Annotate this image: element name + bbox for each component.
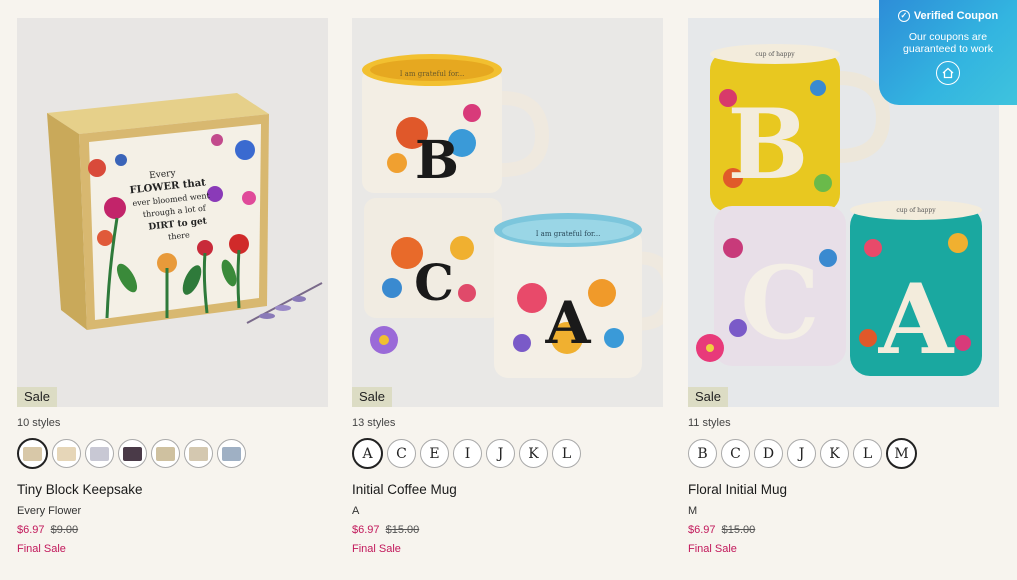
- style-swatch[interactable]: [217, 439, 246, 468]
- style-swatch[interactable]: [118, 439, 147, 468]
- product-price: $6.97 $15.00: [688, 523, 999, 537]
- verified-coupon-widget[interactable]: ✓ Verified Coupon Our coupons are guaran…: [879, 0, 1017, 105]
- swatch-thumbnail: [57, 446, 76, 461]
- mug-letter: B: [415, 130, 459, 191]
- sale-badge: Sale: [688, 387, 728, 407]
- initial-swatch-c[interactable]: C: [387, 439, 416, 468]
- initial-swatch-c[interactable]: C: [721, 439, 750, 468]
- check-circle-icon: ✓: [897, 10, 910, 22]
- sale-price: $6.97: [17, 524, 45, 536]
- initial-swatch-l[interactable]: L: [552, 439, 581, 468]
- final-sale-label: Final Sale: [352, 543, 401, 555]
- styles-count: 10 styles: [17, 417, 61, 429]
- product-variant: M: [688, 505, 698, 517]
- product-title[interactable]: Initial Coffee Mug: [352, 481, 663, 498]
- coupon-header: ✓ Verified Coupon: [879, 10, 1017, 22]
- product-card-initial-coffee-mug[interactable]: I am grateful for... B C I am grateful f…: [352, 18, 663, 556]
- product-variant: A: [352, 505, 360, 517]
- swatch-thumbnail: [156, 446, 175, 461]
- initial-swatch-e[interactable]: E: [420, 439, 449, 468]
- mug-inscription: I am grateful for...: [400, 70, 465, 78]
- styles-count: 13 styles: [352, 417, 396, 429]
- initial-swatch-l[interactable]: L: [853, 439, 882, 468]
- initial-swatches: A C E I J K L: [352, 438, 663, 469]
- mug-letter: A: [544, 289, 591, 357]
- initial-swatch-d[interactable]: D: [754, 439, 783, 468]
- style-swatch[interactable]: [151, 439, 180, 468]
- sale-badge: Sale: [17, 387, 57, 407]
- styles-count: 11 styles: [688, 417, 731, 429]
- style-swatch[interactable]: [52, 439, 81, 468]
- final-sale-label: Final Sale: [17, 543, 66, 555]
- product-price: $6.97 $15.00: [352, 523, 663, 537]
- initial-swatch-b[interactable]: B: [688, 439, 717, 468]
- original-price: $9.00: [50, 524, 79, 536]
- keepsake-block-image: Every FLOWER that ever bloomed went thro…: [17, 18, 328, 407]
- sale-price: $6.97: [352, 524, 380, 536]
- product-title[interactable]: Floral Initial Mug: [688, 481, 999, 498]
- mug-letter: A: [878, 263, 955, 376]
- swatch-thumbnail: [23, 446, 42, 461]
- mug-inscription: I am grateful for...: [536, 230, 601, 238]
- product-variant: Every Flower: [17, 505, 82, 517]
- style-swatch[interactable]: [85, 439, 114, 468]
- original-price: $15.00: [721, 524, 756, 536]
- product-photo[interactable]: Every FLOWER that ever bloomed went thro…: [17, 18, 328, 407]
- mug-letter: C: [740, 244, 820, 362]
- initial-swatch-a[interactable]: A: [352, 438, 383, 469]
- mug-letter: B: [727, 88, 808, 201]
- style-swatch[interactable]: [184, 439, 213, 468]
- sale-badge: Sale: [352, 387, 392, 407]
- home-icon[interactable]: [936, 61, 960, 85]
- initial-swatches: B C D J K L M: [688, 438, 999, 469]
- swatch-thumbnail: [90, 446, 109, 461]
- product-photo[interactable]: I am grateful for... B C I am grateful f…: [352, 18, 663, 407]
- coupon-title: Verified Coupon: [913, 10, 999, 22]
- product-card-tiny-block-keepsake[interactable]: Every FLOWER that ever bloomed went thro…: [17, 18, 328, 556]
- initial-swatch-k[interactable]: K: [820, 439, 849, 468]
- product-title[interactable]: Tiny Block Keepsake: [17, 481, 328, 498]
- initial-swatch-j[interactable]: J: [787, 439, 816, 468]
- original-price: $15.00: [385, 524, 420, 536]
- mug-inscription: cup of happy: [755, 51, 795, 58]
- initial-swatch-j[interactable]: J: [486, 439, 515, 468]
- initial-swatch-k[interactable]: K: [519, 439, 548, 468]
- product-price: $6.97 $9.00: [17, 523, 328, 537]
- swatch-thumbnail: [123, 446, 142, 461]
- final-sale-label: Final Sale: [688, 543, 737, 555]
- style-swatch[interactable]: [17, 438, 48, 469]
- initial-swatch-m[interactable]: M: [886, 438, 917, 469]
- swatch-thumbnail: [222, 446, 241, 461]
- coupon-subtitle: Our coupons are guaranteed to work: [903, 31, 993, 55]
- mug-letter: C: [414, 253, 454, 312]
- style-swatches: [17, 438, 328, 469]
- sale-price: $6.97: [688, 524, 716, 536]
- coffee-mug-image: I am grateful for... B C I am grateful f…: [352, 18, 663, 407]
- mug-inscription: cup of happy: [896, 207, 936, 214]
- initial-swatch-i[interactable]: I: [453, 439, 482, 468]
- swatch-thumbnail: [189, 446, 208, 461]
